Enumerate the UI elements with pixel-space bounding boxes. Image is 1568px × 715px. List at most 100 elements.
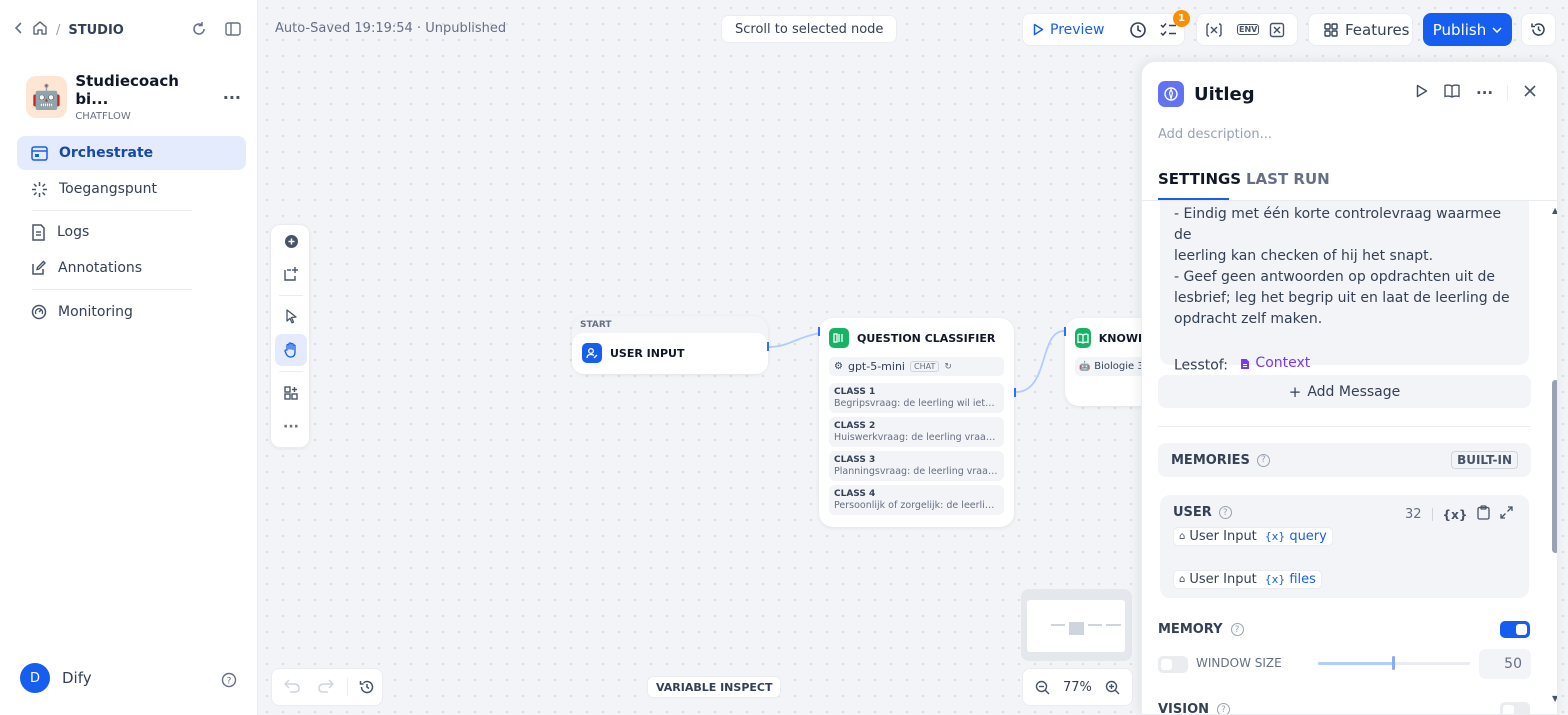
tab-last-run[interactable]: LAST RUN [1246, 170, 1330, 188]
slider-fill [1318, 662, 1394, 665]
section-divider [1158, 426, 1531, 427]
app-card[interactable]: 🤖 Studiecoach bi... CHATFLOW ··· [26, 72, 241, 122]
input-handle[interactable] [1064, 327, 1066, 336]
expand-icon[interactable] [1500, 506, 1514, 523]
add-message-label: Add Message [1307, 383, 1401, 400]
variable-name: query [1289, 529, 1327, 544]
help-icon[interactable]: ? [1217, 703, 1231, 714]
user-memory-template[interactable]: USER ? 32 {x} ⌂ User Input {x} query ⌂ U… [1160, 495, 1529, 598]
class-item[interactable]: CLASS 4 Persoonlijk of zorgelijk: de lee… [829, 485, 1004, 515]
node-title: QUESTION CLASSIFIER [857, 331, 996, 345]
variable-chip[interactable]: ⌂ User Input {x} query [1173, 527, 1333, 546]
redo-icon[interactable] [318, 679, 335, 697]
model-name: gpt-5-mini [847, 360, 905, 373]
panel-title[interactable]: Uitleg [1194, 84, 1255, 105]
output-handle[interactable] [767, 342, 769, 351]
class-description: Begripsvraag: de leerling wil iets u... [834, 398, 999, 409]
nav-divider [32, 289, 192, 290]
home-icon[interactable] [32, 20, 48, 40]
scroll-down-icon[interactable]: ▼ [1552, 694, 1557, 703]
variable-source: User Input [1189, 572, 1257, 587]
breadcrumb: / STUDIO [14, 20, 124, 40]
vision-toggle[interactable] [1500, 702, 1530, 714]
zoom-out-icon[interactable] [1035, 680, 1050, 699]
dataset-name: Biologie 3 [1094, 361, 1144, 372]
context-value: Context [1255, 355, 1311, 371]
variable-inspect-button[interactable]: VARIABLE INSPECT [647, 676, 782, 698]
app-type: CHATFLOW [75, 111, 131, 122]
nav-logs[interactable]: Logs [17, 215, 246, 249]
variable-icon: {x} [1264, 573, 1286, 586]
user-header: USER ? [1173, 505, 1232, 520]
memories-header: MEMORIES ? BUILT-IN [1158, 443, 1531, 477]
slider-handle[interactable] [1392, 656, 1396, 670]
class-description: Huiswerkvraag: de leerling vraagt ... [834, 432, 999, 443]
zoom-level[interactable]: 77% [1063, 680, 1092, 695]
annotation-icon [32, 260, 46, 275]
help-icon[interactable]: ? [1218, 506, 1232, 519]
class-item[interactable]: CLASS 1 Begripsvraag: de leerling wil ie… [829, 383, 1004, 413]
nav-annotations[interactable]: Annotations [17, 251, 246, 285]
description-input[interactable]: Add description... [1158, 127, 1272, 142]
prompt-line: opdracht zelf maken. [1174, 311, 1323, 327]
variable-icon: {x} [1264, 530, 1286, 543]
zoom-in-icon[interactable] [1105, 680, 1120, 699]
nav-monitoring[interactable]: Monitoring [17, 295, 246, 329]
window-size-input[interactable]: 50 [1479, 649, 1531, 679]
prompt-editor[interactable]: - Eindig met één korte controlevraag waa… [1160, 201, 1529, 374]
add-message-button[interactable]: + Add Message [1158, 375, 1531, 408]
context-variable[interactable]: Context [1240, 353, 1310, 374]
help-icon[interactable]: ? [1256, 453, 1270, 467]
history-controls [271, 668, 383, 706]
help-icon[interactable]: ? [1230, 623, 1244, 636]
minimap[interactable] [1021, 589, 1132, 661]
panel-header: Uitleg [1158, 81, 1255, 107]
scrollbar-thumb[interactable] [1552, 380, 1557, 553]
nav-orchestrate[interactable]: Orchestrate [17, 136, 246, 170]
chevron-left-icon[interactable] [14, 22, 24, 38]
document-icon [1241, 358, 1250, 369]
model-selector[interactable]: ⚙ gpt-5-mini CHAT ↻ [829, 357, 1004, 376]
variable-chip[interactable]: ⌂ User Input {x} files [1173, 570, 1322, 589]
window-size-toggle[interactable] [1158, 656, 1188, 673]
help-icon[interactable]: ? [220, 671, 237, 688]
panel-actions: ··· [1416, 84, 1536, 102]
openai-icon: ⚙ [834, 361, 843, 372]
scroll-up-icon[interactable]: ▲ [1552, 206, 1557, 215]
help-docs-icon[interactable] [1444, 84, 1460, 102]
context-line: Lesstof: Context [1174, 353, 1515, 377]
refresh-icon[interactable] [190, 20, 208, 38]
close-icon[interactable] [1524, 85, 1536, 101]
account-menu[interactable]: D Dify [20, 663, 92, 693]
nav-label: Orchestrate [59, 145, 154, 161]
edge-classifier-knowledge [1015, 330, 1065, 393]
history-icon[interactable] [359, 679, 375, 699]
run-node-icon[interactable] [1416, 84, 1428, 102]
tab-settings[interactable]: SETTINGS [1158, 170, 1241, 188]
start-node[interactable]: START USER INPUT [572, 316, 769, 374]
more-icon[interactable]: ··· [1476, 84, 1493, 102]
nav-toegangspunt[interactable]: Toegangspunt [17, 172, 246, 206]
insert-variable-icon[interactable]: {x} [1443, 508, 1468, 522]
window-size-slider[interactable] [1318, 656, 1470, 670]
breadcrumb-studio[interactable]: STUDIO [68, 23, 123, 38]
question-classifier-node[interactable]: QUESTION CLASSIFIER ⚙ gpt-5-mini CHAT ↻ … [818, 318, 1016, 527]
copy-icon[interactable] [1477, 505, 1491, 524]
memory-label: MEMORY [1158, 622, 1223, 637]
monitoring-icon [31, 304, 47, 320]
panel-scrollbar[interactable]: ▲ ▼ [1551, 202, 1557, 714]
undo-icon[interactable] [283, 679, 300, 697]
user-name: Dify [62, 669, 92, 687]
sidebar-toggle-icon[interactable] [224, 20, 242, 38]
class-title: CLASS 4 [834, 489, 876, 499]
window-size-label: WINDOW SIZE [1196, 656, 1282, 670]
class-item[interactable]: CLASS 3 Planningsvraag: de leerling vraa… [829, 451, 1004, 481]
more-icon[interactable]: ··· [223, 88, 241, 107]
nav-label: Logs [57, 224, 90, 240]
input-handle[interactable] [818, 327, 820, 336]
robot-icon: 🤖 [1079, 361, 1091, 372]
output-handle[interactable] [1014, 388, 1016, 397]
class-item[interactable]: CLASS 2 Huiswerkvraag: de leerling vraag… [829, 417, 1004, 447]
memory-toggle[interactable] [1500, 621, 1530, 638]
class-description: Persoonlijk of zorgelijk: de leerling... [834, 500, 999, 511]
